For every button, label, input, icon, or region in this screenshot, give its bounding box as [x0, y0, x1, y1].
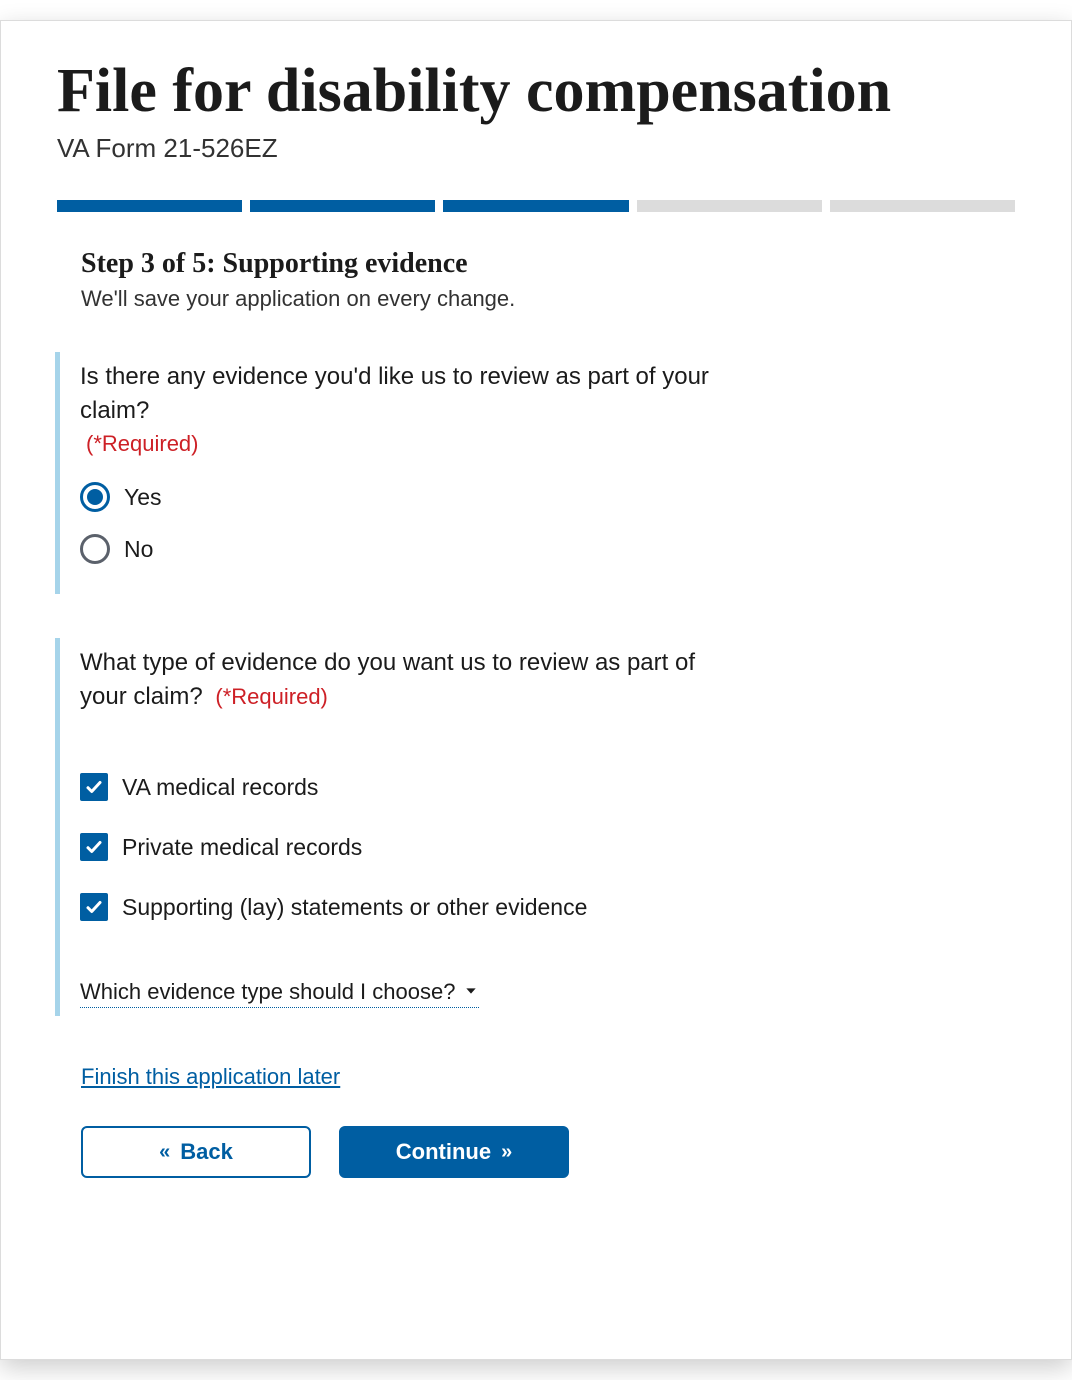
- nav-buttons: « Back Continue »: [81, 1126, 1015, 1178]
- checkbox-label: Supporting (lay) statements or other evi…: [122, 894, 587, 921]
- checkmark-icon: [80, 773, 108, 801]
- radio-icon: [80, 534, 110, 564]
- checkbox-private-records[interactable]: Private medical records: [80, 833, 1015, 861]
- back-button[interactable]: « Back: [81, 1126, 311, 1178]
- question-evidence-yesno: Is there any evidence you'd like us to r…: [55, 352, 1015, 594]
- continue-button-label: Continue: [396, 1139, 491, 1165]
- back-button-label: Back: [180, 1139, 233, 1165]
- checkbox-label: Private medical records: [122, 834, 362, 861]
- form-number: VA Form 21-526EZ: [57, 133, 1015, 164]
- step-title: Step 3 of 5: Supporting evidence: [81, 248, 1015, 280]
- progress-bar: [57, 200, 1015, 212]
- step-header: Step 3 of 5: Supporting evidence We'll s…: [81, 248, 1015, 312]
- checkmark-icon: [80, 833, 108, 861]
- progress-seg-5: [830, 200, 1015, 212]
- question-label: What type of evidence do you want us to …: [80, 649, 695, 710]
- chevron-down-icon: [463, 979, 479, 1005]
- required-indicator: (*Required): [215, 684, 328, 709]
- expander-label: Which evidence type should I choose?: [80, 979, 455, 1005]
- checkbox-label: VA medical records: [122, 774, 318, 801]
- progress-seg-1: [57, 200, 242, 212]
- question-text: What type of evidence do you want us to …: [80, 646, 720, 713]
- chevron-right-icon: »: [501, 1142, 512, 1162]
- question-text: Is there any evidence you'd like us to r…: [80, 360, 720, 460]
- radio-no[interactable]: No: [80, 534, 1015, 564]
- radio-yes[interactable]: Yes: [80, 482, 1015, 512]
- finish-later-link[interactable]: Finish this application later: [81, 1064, 340, 1090]
- chevron-left-icon: «: [159, 1142, 170, 1162]
- required-indicator: (*Required): [86, 429, 720, 460]
- checkmark-icon: [80, 893, 108, 921]
- radio-group: Yes No: [80, 482, 1015, 564]
- checkbox-group: VA medical records Private medical recor…: [80, 773, 1015, 921]
- radio-label-no: No: [124, 536, 153, 563]
- progress-seg-4: [637, 200, 822, 212]
- page-title: File for disability compensation: [57, 57, 1015, 125]
- continue-button[interactable]: Continue »: [339, 1126, 569, 1178]
- radio-label-yes: Yes: [124, 484, 162, 511]
- form-page: File for disability compensation VA Form…: [0, 20, 1072, 1360]
- question-evidence-types: What type of evidence do you want us to …: [55, 638, 1015, 1016]
- checkbox-lay-statements[interactable]: Supporting (lay) statements or other evi…: [80, 893, 1015, 921]
- checkbox-va-records[interactable]: VA medical records: [80, 773, 1015, 801]
- evidence-help-expander[interactable]: Which evidence type should I choose?: [80, 979, 479, 1008]
- progress-seg-3: [443, 200, 628, 212]
- progress-seg-2: [250, 200, 435, 212]
- radio-icon: [80, 482, 110, 512]
- question-label: Is there any evidence you'd like us to r…: [80, 363, 709, 424]
- autosave-note: We'll save your application on every cha…: [81, 286, 1015, 312]
